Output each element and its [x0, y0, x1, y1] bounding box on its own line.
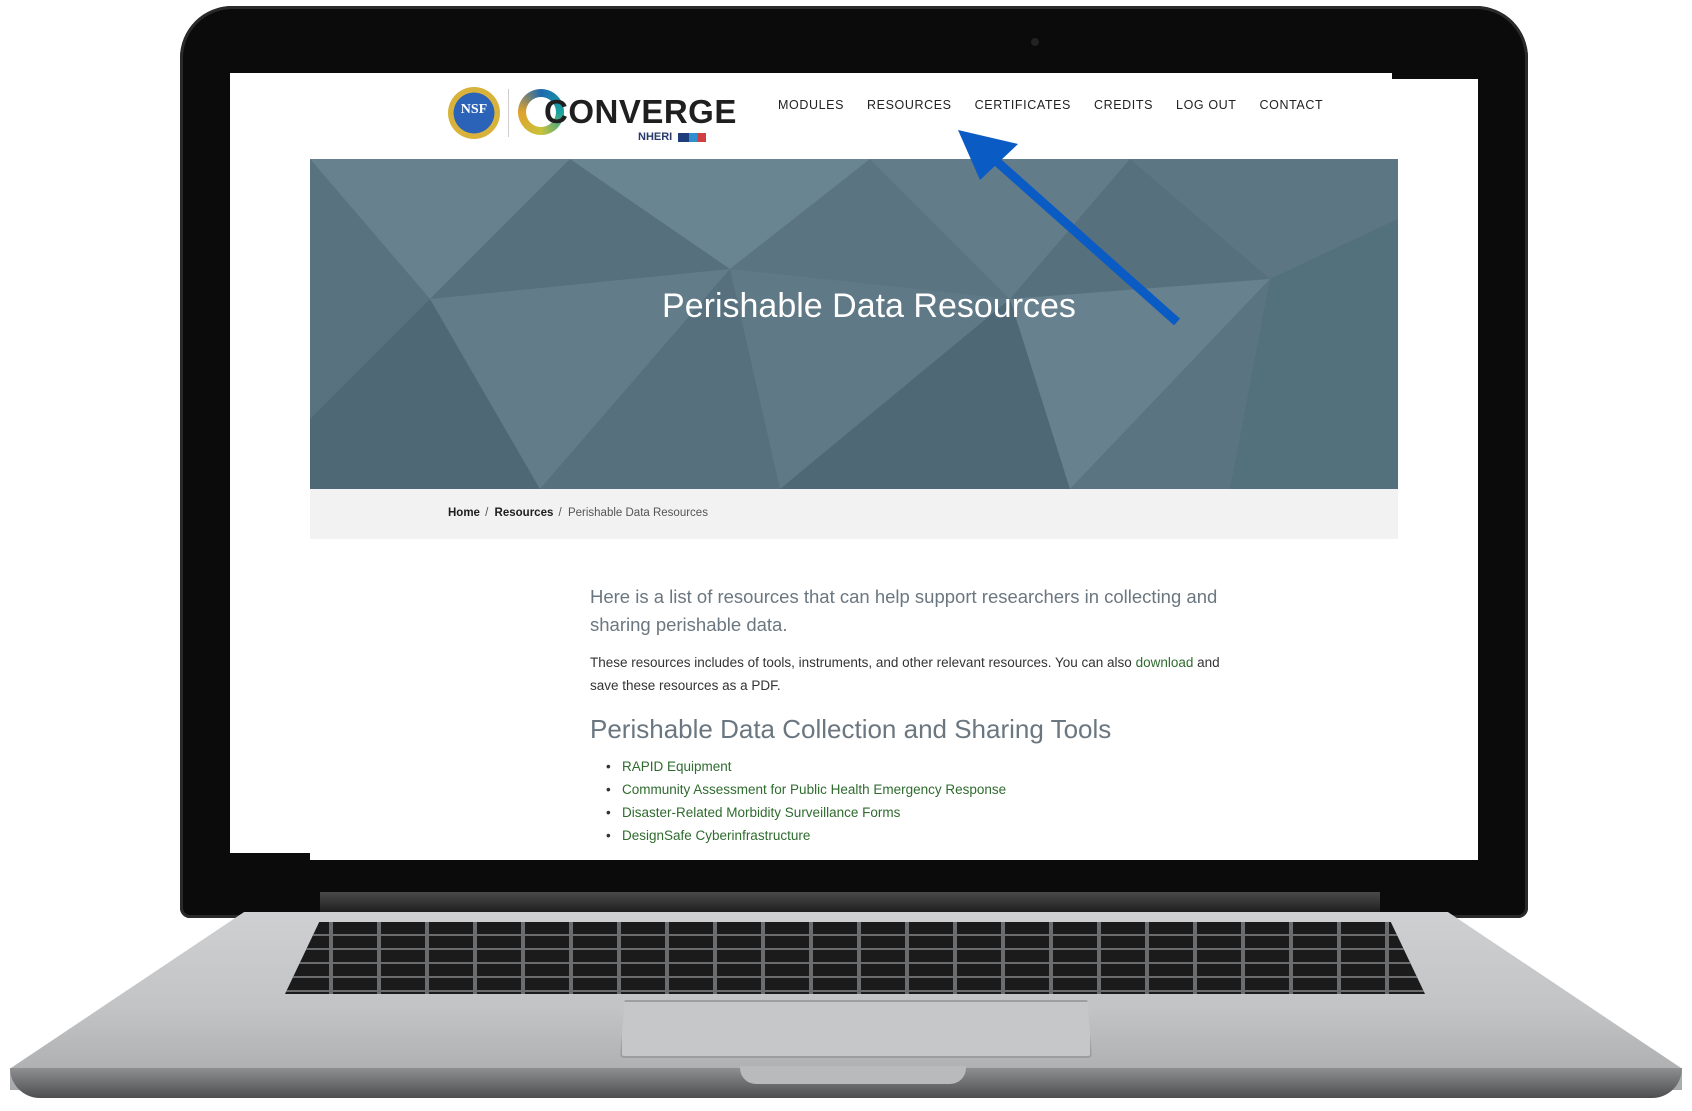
- nav-log-out[interactable]: LOG OUT: [1176, 98, 1236, 112]
- nav-certificates[interactable]: CERTIFICATES: [975, 98, 1071, 112]
- list-item: Community Assessment for Public Health E…: [590, 778, 1250, 801]
- nav-credits[interactable]: CREDITS: [1094, 98, 1153, 112]
- bezel-corner: [230, 853, 310, 865]
- logo-divider: [508, 89, 509, 137]
- breadcrumb: Home / Resources / Perishable Data Resou…: [310, 489, 1398, 539]
- bezel-corner: [1392, 73, 1478, 79]
- laptop-notch: [740, 1066, 966, 1084]
- list-item: DesignSafe Cyberinfrastructure: [590, 824, 1250, 847]
- browser-viewport: NSF CONVERGE NHERI MODULES RESOURCES CER…: [230, 73, 1478, 860]
- site-logo[interactable]: NSF CONVERGE NHERI: [448, 83, 736, 143]
- tool-link-rapid-equipment[interactable]: RAPID Equipment: [622, 759, 732, 774]
- breadcrumb-home[interactable]: Home: [448, 507, 480, 519]
- list-item: RAPID Equipment: [590, 755, 1250, 778]
- nav-resources[interactable]: RESOURCES: [867, 98, 952, 112]
- tools-list: RAPID Equipment Community Assessment for…: [590, 755, 1250, 847]
- breadcrumb-current: Perishable Data Resources: [567, 507, 708, 519]
- main-content: Here is a list of resources that can hel…: [590, 583, 1250, 847]
- laptop-mockup: NSF CONVERGE NHERI MODULES RESOURCES CER…: [0, 0, 1692, 1111]
- laptop-hinge: [320, 892, 1380, 912]
- nsf-seal-icon: NSF: [448, 87, 500, 139]
- nav-contact[interactable]: CONTACT: [1260, 98, 1324, 112]
- section-heading: Perishable Data Collection and Sharing T…: [590, 714, 1112, 744]
- page-title: Perishable Data Resources: [662, 287, 1076, 325]
- hero-banner: Perishable Data Resources: [310, 159, 1398, 489]
- list-item: Disaster-Related Morbidity Surveillance …: [590, 801, 1250, 824]
- camera-icon: [1031, 38, 1039, 46]
- tool-link-casper[interactable]: Community Assessment for Public Health E…: [622, 782, 1006, 797]
- trackpad: [620, 1000, 1092, 1058]
- brand-wordmark: CONVERGE: [544, 93, 737, 130]
- intro-lead: Here is a list of resources that can hel…: [590, 586, 1218, 635]
- breadcrumb-separator: /: [481, 507, 492, 519]
- nheri-label: NHERI: [638, 131, 673, 143]
- intro-body-text: These resources includes of tools, instr…: [590, 655, 1136, 670]
- breadcrumb-separator: /: [555, 507, 565, 519]
- nheri-mark-icon: [678, 133, 706, 142]
- tool-link-designsafe[interactable]: DesignSafe Cyberinfrastructure: [622, 828, 810, 843]
- main-nav: MODULES RESOURCES CERTIFICATES CREDITS L…: [778, 98, 1346, 112]
- intro-body: These resources includes of tools, instr…: [590, 651, 1250, 697]
- download-link[interactable]: download: [1136, 655, 1194, 670]
- tool-link-morbidity-forms[interactable]: Disaster-Related Morbidity Surveillance …: [622, 805, 900, 820]
- nav-modules[interactable]: MODULES: [778, 98, 844, 112]
- breadcrumb-resources[interactable]: Resources: [495, 507, 554, 519]
- keyboard-rows: [285, 922, 1425, 994]
